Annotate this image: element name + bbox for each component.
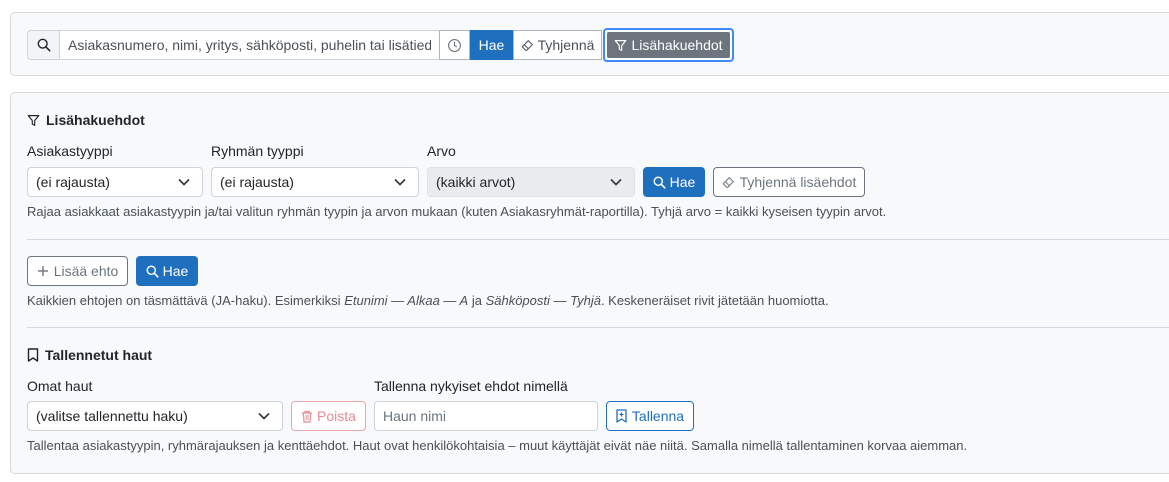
eraser-icon: [521, 39, 533, 51]
chevron-down-icon: [178, 178, 190, 186]
advanced-filters-toggle[interactable]: Lisähakuehdot: [603, 28, 734, 62]
divider: [27, 327, 1169, 328]
add-condition-label: Lisää ehto: [53, 263, 119, 279]
bookmark-plus-icon: [616, 409, 627, 423]
search-icon: [653, 175, 666, 189]
history-button[interactable]: [439, 30, 470, 60]
clear-search-label: Tyhjennä: [537, 37, 595, 53]
group-value-value: (kaikki arvot): [436, 174, 516, 190]
clear-advanced-button[interactable]: Tyhjennä lisäehdot: [713, 167, 865, 197]
quick-search-card: Hae Tyhjennä Lisähakuehdot: [10, 12, 1169, 76]
chevron-down-icon: [394, 178, 406, 186]
conditions-hae-button[interactable]: Hae: [136, 256, 198, 286]
save-as-label: Tallenna nykyiset ehdot nimellä: [374, 378, 568, 394]
search-submit-button[interactable]: Hae: [470, 30, 513, 60]
search-name-input[interactable]: [374, 401, 598, 431]
chevron-down-icon: [258, 412, 270, 420]
saved-search-select[interactable]: (valitse tallennettu haku): [27, 401, 283, 431]
group-type-label: Ryhmän tyyppi: [211, 143, 304, 159]
search-icon: [37, 38, 51, 52]
conditions-help-text: Kaikkien ehtojen on täsmättävä (JA-haku)…: [27, 293, 829, 308]
save-search-button[interactable]: Tallenna: [606, 401, 694, 431]
advanced-filters-title: Lisähakuehdot: [27, 112, 145, 128]
save-label: Tallenna: [631, 408, 685, 424]
advanced-filters-card: Lisähakuehdot Asiakastyyppi Ryhmän tyypp…: [10, 92, 1169, 474]
search-addon: [27, 30, 60, 60]
customer-type-select[interactable]: (ei rajausta): [27, 167, 203, 197]
trash-icon: [302, 410, 313, 423]
plus-icon: [37, 266, 48, 276]
search-input[interactable]: [59, 30, 440, 60]
saved-search-value: (valitse tallennettu haku): [36, 408, 188, 424]
advanced-filters-label: Lisähakuehdot: [631, 37, 723, 53]
group-value-select[interactable]: (kaikki arvot): [427, 167, 635, 197]
eraser-icon: [722, 176, 734, 188]
saved-help-text: Tallentaa asiakastyypin, ryhmärajauksen …: [27, 438, 968, 453]
advanced-hae-button[interactable]: Hae: [643, 167, 705, 197]
advanced-help-text: Rajaa asiakkaat asiakastyypin ja/tai val…: [27, 204, 887, 219]
bookmark-icon: [27, 348, 39, 362]
group-type-value: (ei rajausta): [220, 174, 294, 190]
filter-icon: [27, 114, 40, 126]
add-condition-button[interactable]: Lisää ehto: [27, 256, 128, 286]
saved-searches-title: Tallennetut haut: [27, 347, 152, 363]
advanced-filters-title-text: Lisähakuehdot: [46, 112, 145, 128]
clear-search-button[interactable]: Tyhjennä: [513, 30, 602, 60]
history-icon: [448, 38, 461, 52]
filter-icon: [615, 39, 627, 51]
delete-saved-search-button[interactable]: Poista: [291, 401, 366, 431]
saved-searches-title-text: Tallennetut haut: [45, 347, 153, 363]
own-searches-label: Omat haut: [27, 378, 93, 394]
advanced-hae-label: Hae: [669, 174, 696, 190]
divider: [27, 239, 1169, 240]
value-label: Arvo: [427, 143, 456, 159]
conditions-hae-label: Hae: [162, 263, 189, 279]
group-type-select[interactable]: (ei rajausta): [211, 167, 419, 197]
delete-label: Poista: [317, 408, 356, 424]
customer-type-label: Asiakastyyppi: [27, 143, 113, 159]
chevron-down-icon: [610, 178, 622, 186]
customer-type-value: (ei rajausta): [36, 174, 110, 190]
search-icon: [146, 264, 159, 278]
clear-advanced-label: Tyhjennä lisäehdot: [739, 174, 857, 190]
